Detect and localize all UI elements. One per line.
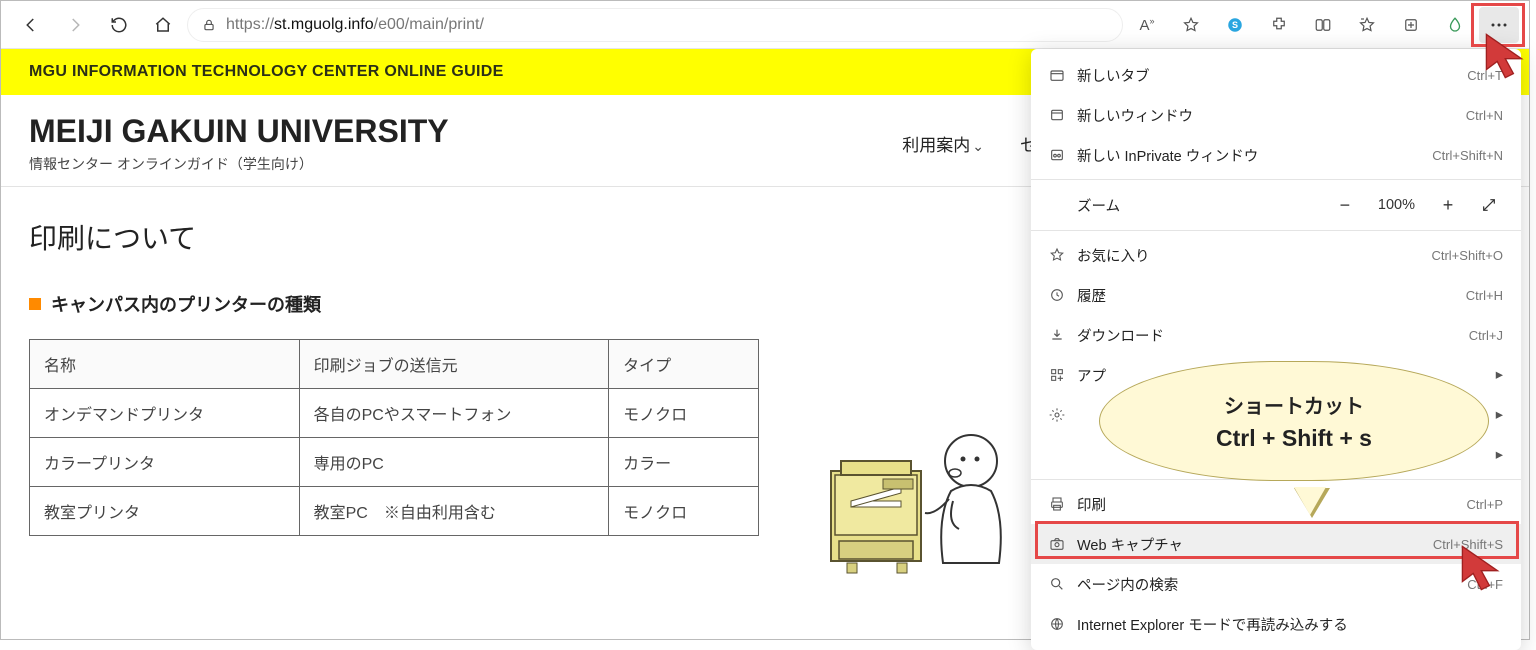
chevron-right-icon: ▸ (1496, 447, 1503, 463)
menu-label: 新しい InPrivate ウィンドウ (1077, 145, 1432, 166)
url-path: /e00/main/print/ (374, 16, 484, 34)
menu-shortcut: Ctrl+Shift+N (1432, 148, 1503, 163)
illustration (821, 401, 1021, 601)
lock-icon (202, 18, 216, 32)
cell: モノクロ (609, 389, 759, 438)
menu-label: お気に入り (1077, 245, 1431, 266)
section-bullet-icon (29, 298, 41, 310)
printer-link-color[interactable]: カラープリンタ (30, 438, 300, 487)
printer-link-classroom[interactable]: 教室プリンタ (30, 487, 300, 536)
apps-icon (1049, 367, 1077, 383)
star-icon (1049, 247, 1077, 263)
cell: カラー (609, 438, 759, 487)
table-row: オンデマンドプリンタ 各自のPCやスマートフォン モノクロ (30, 389, 759, 438)
menu-separator (1031, 179, 1521, 180)
menu-label: Internet Explorer モードで再読み込みする (1077, 614, 1503, 635)
menu-label: 履歴 (1077, 285, 1466, 306)
cell: 専用のPC (299, 438, 609, 487)
collections-icon[interactable] (1391, 7, 1431, 43)
site-title: MEIJI GAKUIN UNIVERSITY (29, 113, 449, 150)
tab-icon (1049, 67, 1077, 83)
chevron-right-icon: ▸ (1496, 367, 1503, 383)
menu-label: 新しいタブ (1077, 65, 1467, 86)
menu-label: ズーム (1077, 195, 1334, 216)
menu-find[interactable]: ページ内の検索 Ctrl+F (1031, 564, 1521, 604)
cell: 各自のPCやスマートフォン (299, 389, 609, 438)
menu-label: ページ内の検索 (1077, 574, 1467, 595)
performance-icon[interactable] (1435, 7, 1475, 43)
menu-zoom: ズーム − 100% + (1031, 184, 1521, 226)
home-button[interactable] (143, 7, 183, 43)
menu-downloads[interactable]: ダウンロード Ctrl+J (1031, 315, 1521, 355)
url-scheme: https:// (226, 16, 274, 34)
favorites-icon[interactable] (1347, 7, 1387, 43)
menu-shortcut: Ctrl+H (1466, 288, 1503, 303)
cell: モノクロ (609, 487, 759, 536)
menu-separator (1031, 230, 1521, 231)
menu-new-window[interactable]: 新しいウィンドウ Ctrl+N (1031, 95, 1521, 135)
extensions-icon[interactable] (1259, 7, 1299, 43)
menu-shortcut: Ctrl+J (1469, 328, 1503, 343)
refresh-button[interactable] (99, 7, 139, 43)
menu-history[interactable]: 履歴 Ctrl+H (1031, 275, 1521, 315)
back-button[interactable] (11, 7, 51, 43)
th-source: 印刷ジョブの送信元 (299, 340, 609, 389)
forward-button[interactable] (55, 7, 95, 43)
menu-label: 新しいウィンドウ (1077, 105, 1466, 126)
chevron-right-icon: ▸ (1496, 407, 1503, 423)
gear-icon (1049, 407, 1077, 423)
url-host: st.mguolg.info (274, 16, 374, 34)
table-row: 教室プリンタ 教室PC ※自由利用含む モノクロ (30, 487, 759, 536)
th-name: 名称 (30, 340, 300, 389)
zoom-value: 100% (1378, 197, 1415, 213)
ie-icon (1049, 616, 1077, 632)
window-icon (1049, 107, 1077, 123)
capture-icon (1049, 536, 1077, 552)
callout-shortcut: Ctrl + Shift + s (1216, 425, 1372, 452)
site-subtitle: 情報センター オンラインガイド（学生向け） (29, 154, 449, 174)
menu-favorites[interactable]: お気に入り Ctrl+Shift+O (1031, 235, 1521, 275)
menu-shortcut: Ctrl+Shift+O (1431, 248, 1503, 263)
zoom-out-button[interactable]: − (1334, 195, 1356, 216)
menu-ie-mode[interactable]: Internet Explorer モードで再読み込みする (1031, 604, 1521, 644)
browser-toolbar: https://st.mguolg.info/e00/main/print/ A… (1, 1, 1529, 49)
th-type: タイプ (609, 340, 759, 389)
split-screen-icon[interactable] (1303, 7, 1343, 43)
cell: 教室PC ※自由利用含む (299, 487, 609, 536)
nav-usage[interactable]: 利用案内 (902, 131, 984, 156)
inprivate-icon (1049, 147, 1077, 163)
callout-title: ショートカット (1224, 390, 1364, 419)
print-icon (1049, 496, 1077, 512)
history-icon (1049, 287, 1077, 303)
printer-table: 名称 印刷ジョブの送信元 タイプ オンデマンドプリンタ 各自のPCやスマートフォ… (29, 339, 759, 536)
section-title: キャンパス内のプリンターの種類 (51, 291, 321, 317)
download-icon (1049, 327, 1077, 343)
menu-shortcut: Ctrl+N (1466, 108, 1503, 123)
printer-link-ondemand[interactable]: オンデマンドプリンタ (30, 389, 300, 438)
star-icon[interactable] (1171, 7, 1211, 43)
browser-menu: 新しいタブ Ctrl+T 新しいウィンドウ Ctrl+N 新しい InPriva… (1031, 49, 1521, 650)
skype-icon[interactable]: S (1215, 7, 1255, 43)
search-icon (1049, 576, 1077, 592)
read-aloud-icon[interactable]: A» (1127, 7, 1167, 43)
menu-inprivate[interactable]: 新しい InPrivate ウィンドウ Ctrl+Shift+N (1031, 135, 1521, 175)
table-header-row: 名称 印刷ジョブの送信元 タイプ (30, 340, 759, 389)
menu-label: Web キャプチャ (1077, 534, 1433, 555)
menu-label: ダウンロード (1077, 325, 1469, 346)
menu-new-tab[interactable]: 新しいタブ Ctrl+T (1031, 55, 1521, 95)
callout-bubble: ショートカット Ctrl + Shift + s (1099, 361, 1489, 511)
fullscreen-button[interactable] (1481, 197, 1503, 213)
table-row: カラープリンタ 専用のPC カラー (30, 438, 759, 487)
cursor-annotation-icon (1481, 29, 1535, 83)
cursor-annotation-icon (1457, 541, 1511, 595)
zoom-in-button[interactable]: + (1437, 195, 1459, 216)
address-bar[interactable]: https://st.mguolg.info/e00/main/print/ (187, 8, 1123, 42)
menu-web-capture[interactable]: Web キャプチャ Ctrl+Shift+S (1031, 524, 1521, 564)
svg-text:S: S (1232, 20, 1238, 30)
